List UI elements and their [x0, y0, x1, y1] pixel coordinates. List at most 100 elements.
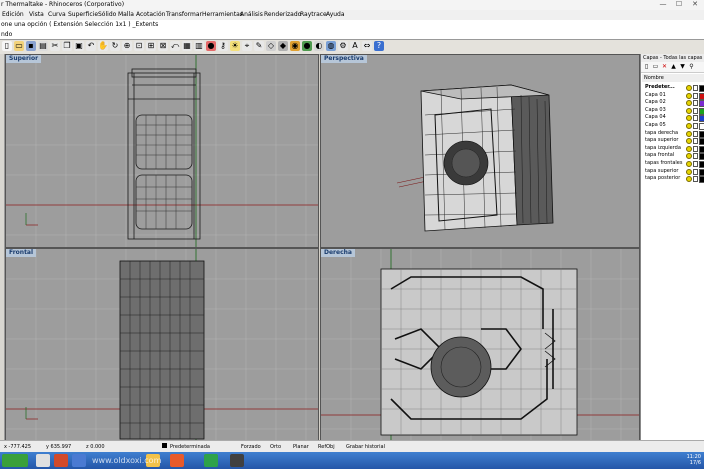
grid-icon[interactable]: ▦ [182, 41, 192, 51]
undo-icon[interactable]: ↶ [86, 41, 96, 51]
taskbar-app-3-icon[interactable] [72, 454, 86, 467]
menu-curva[interactable]: Curva [48, 11, 66, 18]
copy-icon[interactable]: ❐ [62, 41, 72, 51]
menu-solido[interactable]: Sólido [98, 11, 116, 18]
status-planar[interactable]: Planar [293, 444, 309, 450]
menu-vista[interactable]: Vista [29, 11, 44, 18]
lock-icon[interactable] [693, 176, 698, 183]
taskbar-app-5-icon[interactable] [170, 454, 184, 467]
menu-edicion[interactable]: Edición [2, 11, 24, 18]
viewport-title[interactable]: Superior [6, 55, 42, 63]
light-icon[interactable]: ☀ [230, 41, 240, 51]
filter-icon[interactable]: ⚲ [688, 63, 695, 70]
properties-icon[interactable]: ✎ [254, 41, 264, 51]
zoom-selected-icon[interactable]: ⊠ [158, 41, 168, 51]
lock-icon[interactable]: ⚷ [218, 41, 228, 51]
lock-icon[interactable] [693, 92, 698, 99]
layer-row[interactable]: tapa superior [642, 168, 704, 176]
move-down-icon[interactable]: ▼ [679, 63, 686, 70]
open-folder-icon[interactable]: ▭ [14, 41, 24, 51]
lightbulb-icon[interactable] [686, 123, 692, 129]
new-sublayer-icon[interactable]: ▭ [652, 63, 659, 70]
lock-icon[interactable] [693, 138, 698, 145]
lock-icon[interactable] [693, 153, 698, 160]
menu-transformar[interactable]: Transformar [166, 11, 202, 18]
start-button[interactable] [2, 454, 28, 467]
lock-icon[interactable] [693, 115, 698, 122]
lock-icon[interactable] [693, 161, 698, 167]
viewport-title[interactable]: Frontal [6, 249, 37, 257]
command-input[interactable] [14, 31, 700, 37]
menu-superficie[interactable]: Superficie [68, 11, 98, 18]
delete-layer-icon[interactable]: ✕ [661, 63, 668, 70]
taskbar-app-6-icon[interactable] [204, 454, 218, 467]
layer-row[interactable]: Predeter... [642, 84, 704, 92]
status-orto[interactable]: Orto [270, 444, 281, 450]
layer-row[interactable]: tapas frontales [642, 160, 704, 168]
lightbulb-icon[interactable] [686, 130, 692, 137]
menu-acotacion[interactable]: Acotación [136, 11, 165, 18]
layer-row[interactable]: Capa 04 [642, 114, 704, 123]
lock-icon[interactable] [693, 85, 698, 91]
layer-row[interactable]: Capa 01 [642, 92, 704, 100]
layer-row[interactable]: tapa izquierda [642, 145, 704, 153]
lightbulb-icon[interactable] [686, 85, 692, 91]
rendered-icon[interactable]: ◉ [290, 41, 300, 51]
lock-icon[interactable] [693, 130, 698, 137]
layer-row[interactable]: tapa superior [642, 137, 704, 146]
undo-view-icon[interactable]: ⤺ [170, 41, 180, 51]
move-up-icon[interactable]: ▲ [670, 63, 677, 70]
new-layer-icon[interactable]: ▯ [643, 63, 650, 70]
shaded-icon[interactable]: ◆ [278, 41, 288, 51]
current-layer[interactable]: Predeterminada [170, 444, 210, 450]
layer-row[interactable]: tapa derecha [642, 130, 704, 138]
status-refobj[interactable]: RefObj [318, 444, 335, 450]
taskbar-app-1-icon[interactable] [36, 454, 50, 467]
material-icon[interactable]: ◐ [314, 41, 324, 51]
lock-icon[interactable] [693, 100, 698, 107]
wireframe-icon[interactable]: ◇ [266, 41, 276, 51]
lightbulb-icon[interactable] [686, 168, 692, 175]
menu-analisis[interactable]: Análisis [240, 11, 263, 18]
menu-malla[interactable]: Malla [118, 11, 134, 18]
lock-icon[interactable] [693, 107, 698, 114]
save-icon[interactable]: ▪ [26, 41, 36, 51]
menu-renderizado[interactable]: Renderizado [264, 11, 301, 18]
lightbulb-icon[interactable] [686, 145, 692, 152]
lightbulb-icon[interactable] [686, 138, 692, 145]
layer-color-swatch[interactable] [699, 176, 704, 184]
pan-icon[interactable]: ✋ [98, 41, 108, 51]
lightbulb-icon[interactable] [686, 153, 692, 160]
lightbulb-icon[interactable] [686, 107, 692, 114]
menu-herramientas[interactable]: Herramientas [202, 11, 243, 18]
zoom-extents-icon[interactable]: ⊞ [146, 41, 156, 51]
lightbulb-icon[interactable] [686, 161, 692, 167]
menu-raytrace[interactable]: Raytrace [300, 11, 327, 18]
layer-row[interactable]: tapa frontal [642, 152, 704, 161]
layout-icon[interactable]: ▥ [194, 41, 204, 51]
lightbulb-icon[interactable] [686, 100, 692, 107]
lock-icon[interactable] [693, 168, 698, 175]
lightbulb-icon[interactable] [686, 176, 692, 183]
layer-row[interactable]: Capa 02 [642, 99, 704, 108]
dimension-icon[interactable]: ⇔ [362, 41, 372, 51]
lightbulb-icon[interactable] [686, 92, 692, 99]
viewport-derecha[interactable]: Derecha [320, 248, 640, 442]
viewport-title[interactable]: Perspectiva [321, 55, 367, 63]
print-icon[interactable]: ▤ [38, 41, 48, 51]
layer-row[interactable]: Capa 03 [642, 107, 704, 115]
hide-objects-icon[interactable]: ● [206, 41, 216, 51]
viewport-title[interactable]: Derecha [321, 249, 355, 257]
viewport-frontal[interactable]: Frontal [5, 248, 319, 442]
environment-icon[interactable]: ◍ [326, 41, 336, 51]
viewport-superior[interactable]: Superior [5, 54, 319, 248]
minimize-button[interactable]: — [656, 0, 670, 9]
menu-ayuda[interactable]: Ayuda [326, 11, 345, 18]
taskbar-app-2-icon[interactable] [54, 454, 68, 467]
lock-icon[interactable] [693, 145, 698, 152]
layer-row[interactable]: tapa posterior [642, 175, 704, 184]
options-icon[interactable]: ⚙ [338, 41, 348, 51]
maximize-button[interactable]: ☐ [672, 0, 686, 9]
close-button[interactable]: ✕ [688, 0, 702, 9]
lock-icon[interactable] [693, 123, 698, 129]
